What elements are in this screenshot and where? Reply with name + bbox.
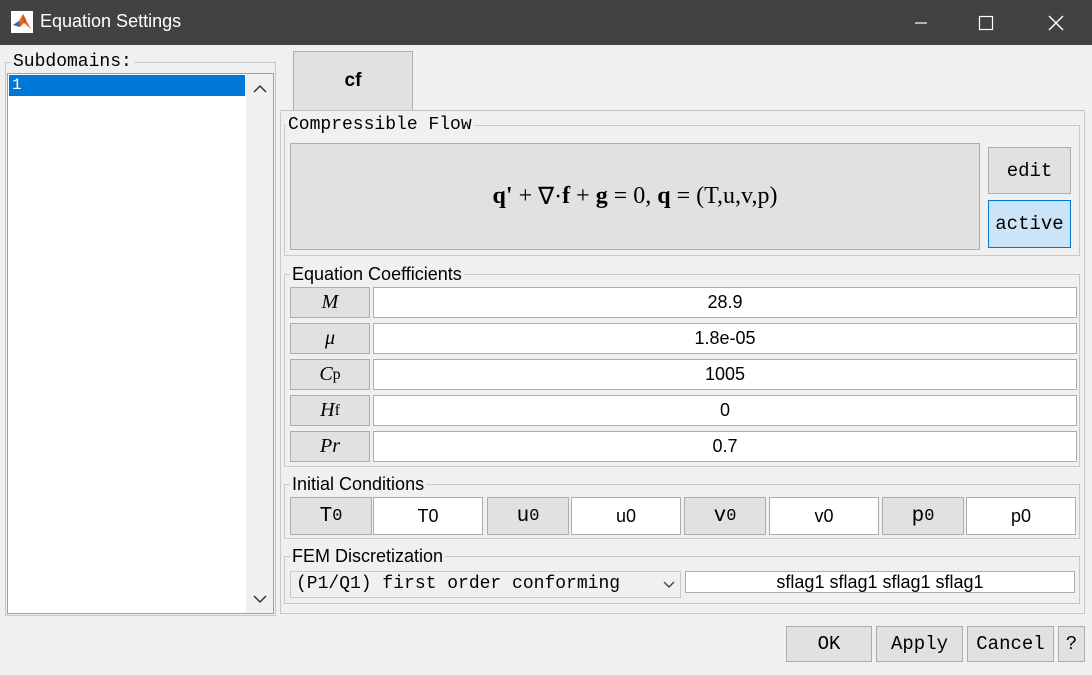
coef-subscript: p <box>332 365 341 383</box>
coef-input-pr[interactable]: 0.7 <box>373 431 1077 462</box>
ok-button[interactable]: OK <box>786 626 872 662</box>
ic-subscript: 0 <box>726 506 737 526</box>
eq-vars: (T,u,v,p) <box>696 183 778 209</box>
ic-input-u0[interactable]: u0 <box>571 497 681 535</box>
coef-symbol: M <box>321 291 339 313</box>
maximize-icon <box>978 15 994 30</box>
coef-symbol: Pr <box>320 435 340 457</box>
eq-prime: ' <box>505 183 513 209</box>
equation-coefficients-label: Equation Coefficients <box>290 264 464 285</box>
matlab-logo-icon <box>11 11 33 33</box>
tab-divider <box>280 110 1085 111</box>
ic-symbol: v <box>713 504 727 528</box>
scrollbar[interactable] <box>246 74 273 613</box>
initial-conditions-label: Initial Conditions <box>290 474 427 495</box>
coef-input-m[interactable]: 28.9 <box>373 287 1077 318</box>
ic-subscript: 0 <box>332 506 343 526</box>
help-button[interactable]: ? <box>1058 626 1085 662</box>
ic-label-u0: u0 <box>487 497 569 535</box>
coef-label-hf: Hf <box>290 395 370 426</box>
eq-zero: = 0, <box>613 183 652 209</box>
compressible-flow-label: Compressible Flow <box>286 115 474 135</box>
list-item[interactable]: 1 <box>9 75 245 96</box>
maximize-button[interactable] <box>955 0 1017 45</box>
ic-input-t0[interactable]: T0 <box>373 497 483 535</box>
tab-cf[interactable]: cf <box>293 51 413 111</box>
fem-flags-input[interactable]: sflag1 sflag1 sflag1 sflag1 <box>685 571 1075 593</box>
eq-g: g <box>595 183 608 209</box>
eq-q: q <box>657 183 671 209</box>
ic-symbol: p <box>911 504 925 528</box>
ic-label-p0: p0 <box>882 497 964 535</box>
eq-plus-2: + <box>576 183 590 209</box>
coef-input-mu[interactable]: 1.8e-05 <box>373 323 1077 354</box>
edit-button[interactable]: edit <box>988 147 1071 194</box>
ic-label-t0: T0 <box>290 497 372 535</box>
close-button[interactable] <box>1025 0 1087 45</box>
minimize-button[interactable] <box>890 0 952 45</box>
ic-input-p0[interactable]: p0 <box>966 497 1076 535</box>
cancel-button[interactable]: Cancel <box>967 626 1054 662</box>
eq-f: f <box>562 183 571 209</box>
ic-symbol: T <box>319 504 333 528</box>
coef-subscript: f <box>334 401 340 419</box>
chevron-down-icon[interactable] <box>253 594 267 604</box>
coef-label-pr: Pr <box>290 431 370 462</box>
eq-q-prime: q <box>492 183 506 209</box>
chevron-up-icon[interactable] <box>253 84 267 94</box>
chevron-down-icon[interactable] <box>658 572 680 596</box>
coef-symbol: μ <box>324 327 336 349</box>
minimize-icon <box>915 21 927 24</box>
window-title: Equation Settings <box>40 11 182 31</box>
ic-subscript: 0 <box>529 506 540 526</box>
coef-input-hf[interactable]: 0 <box>373 395 1077 426</box>
subdomains-label: Subdomains: <box>11 52 134 72</box>
coef-label-cp: Cp <box>290 359 370 390</box>
coef-label-m: M <box>290 287 370 318</box>
fem-select-value: (P1/Q1) first order conforming <box>296 574 621 594</box>
eq-plus: + <box>518 183 533 209</box>
coef-label-mu: μ <box>290 323 370 354</box>
fem-discretization-label: FEM Discretization <box>290 546 446 567</box>
close-icon <box>1048 15 1064 30</box>
equation-display: q ' + ∇· f + g = 0, q = (T,u,v,p) <box>290 143 980 250</box>
eq-equals: = <box>676 183 691 209</box>
ic-input-v0[interactable]: v0 <box>769 497 879 535</box>
coef-input-cp[interactable]: 1005 <box>373 359 1077 390</box>
apply-button[interactable]: Apply <box>876 626 963 662</box>
active-button[interactable]: active <box>988 200 1071 248</box>
coef-symbol: C <box>319 363 333 385</box>
coef-symbol: H <box>320 399 335 421</box>
ic-symbol: u <box>516 504 530 528</box>
ic-subscript: 0 <box>924 506 935 526</box>
subdomain-list[interactable] <box>7 73 274 614</box>
ic-label-v0: v0 <box>684 497 766 535</box>
eq-nabla: ∇· <box>538 184 563 210</box>
